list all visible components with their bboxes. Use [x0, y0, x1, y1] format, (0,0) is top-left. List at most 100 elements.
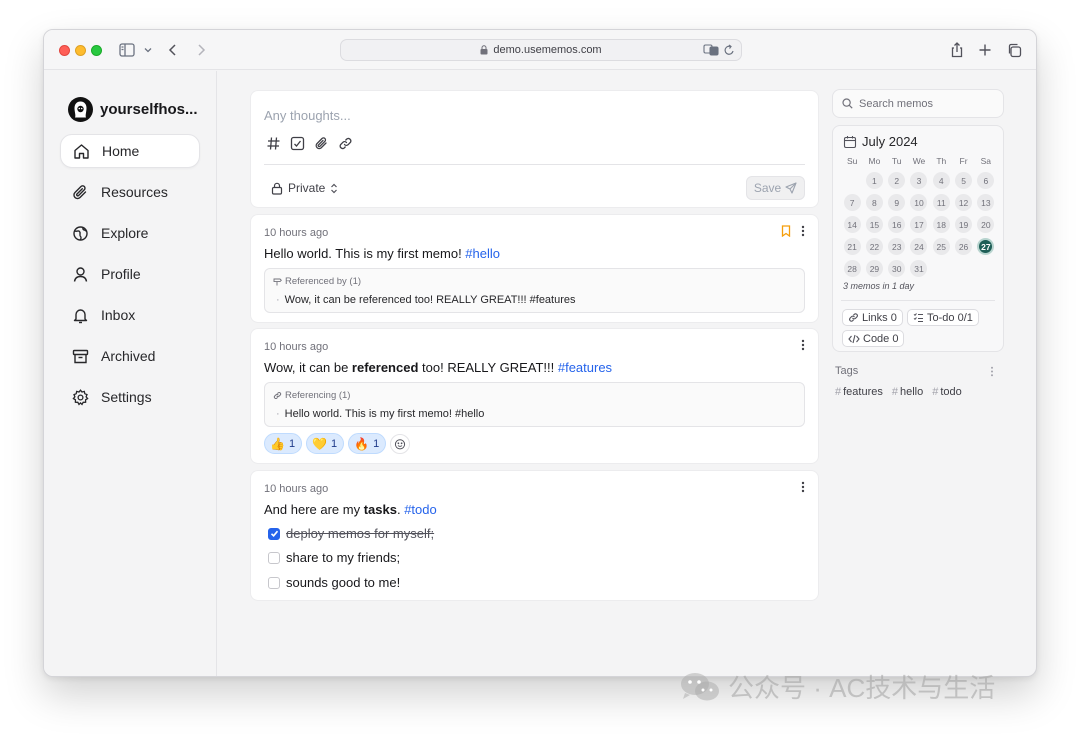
forward-icon[interactable]	[196, 40, 206, 60]
minimize-window-button[interactable]	[75, 45, 86, 56]
calendar-day[interactable]: 1	[865, 172, 883, 189]
link-icon	[273, 392, 282, 399]
sidebar-item-inbox[interactable]: Inbox	[60, 298, 200, 332]
calendar-day[interactable]: 23	[888, 238, 906, 255]
tag-features[interactable]: # features	[835, 386, 883, 398]
calendar-day[interactable]: 29	[865, 260, 883, 277]
sidebar-item-resources[interactable]: Resources	[60, 175, 200, 209]
share-icon[interactable]	[950, 40, 964, 60]
task-checkbox[interactable]	[268, 551, 280, 564]
back-icon[interactable]	[168, 40, 178, 60]
tag-hello[interactable]: # hello	[892, 386, 923, 398]
tag-todo[interactable]: # todo	[932, 386, 962, 398]
calendar-title[interactable]: July 2024	[843, 134, 918, 149]
calendar-day[interactable]: 3	[910, 172, 928, 189]
calendar-day[interactable]: 22	[865, 238, 883, 255]
thumbs-up-icon: 👍	[270, 436, 285, 451]
task-item: deploy memos for myself;	[268, 526, 434, 541]
checkbox-icon[interactable]	[290, 136, 305, 151]
calendar-day[interactable]: 25	[932, 238, 950, 255]
more-options-icon[interactable]	[801, 481, 805, 493]
sidebar-toggle-icon[interactable]	[119, 40, 135, 60]
calendar-day[interactable]: 7	[843, 194, 861, 211]
list-check-icon	[913, 313, 923, 322]
save-button[interactable]: Save	[746, 176, 805, 200]
visibility-select[interactable]: Private	[264, 176, 345, 200]
ref-item[interactable]: · Wow, it can be referenced too! REALLY G…	[276, 294, 576, 306]
sidebar-item-profile[interactable]: Profile	[60, 257, 200, 291]
calendar-day[interactable]: 14	[843, 216, 861, 233]
calendar-day[interactable]: 18	[932, 216, 950, 233]
more-options-icon[interactable]	[801, 339, 805, 351]
calendar-day[interactable]: 4	[932, 172, 950, 189]
calendar-day[interactable]: 24	[910, 238, 928, 255]
link-icon[interactable]	[338, 136, 353, 151]
bookmark-icon[interactable]	[781, 225, 791, 237]
memo-time: 10 hours ago	[264, 341, 329, 353]
task-checkbox[interactable]	[268, 576, 280, 589]
calendar-day[interactable]: 15	[865, 216, 883, 233]
tag-link[interactable]: #features	[558, 360, 612, 375]
task-item: sounds good to me!	[268, 575, 400, 590]
calendar-day[interactable]: 8	[865, 194, 883, 211]
reaction-count: 1	[288, 437, 296, 450]
calendar-day[interactable]: 30	[888, 260, 906, 277]
calendar-day[interactable]: 17	[910, 216, 928, 233]
archive-icon	[72, 349, 89, 363]
memo-input[interactable]: Any thoughts...	[264, 108, 351, 123]
sidebar-item-archived[interactable]: Archived	[60, 339, 200, 373]
calendar-day[interactable]: 21	[843, 238, 861, 255]
ref-item-text: Wow, it can be referenced too! REALLY GR…	[284, 294, 576, 306]
sidebar-item-settings[interactable]: Settings	[60, 380, 200, 414]
calendar-weekday: Tu	[891, 156, 902, 166]
code-stat[interactable]: Code 0	[842, 330, 905, 347]
calendar-day[interactable]: 16	[888, 216, 906, 233]
tag-link[interactable]: #todo	[404, 502, 437, 517]
fire-icon: 🔥	[354, 436, 370, 451]
task-checkbox[interactable]	[268, 527, 280, 540]
address-bar[interactable]: demo.usememos.com	[340, 39, 742, 61]
calendar-day[interactable]: 26	[955, 238, 973, 255]
hashtag-icon[interactable]	[266, 136, 281, 151]
user-menu[interactable]: yourselfhos...	[68, 97, 198, 122]
tab-overview-icon[interactable]	[1007, 40, 1022, 60]
reaction-thumbs-up[interactable]: 👍 1	[264, 433, 303, 454]
sidebar-item-home[interactable]: Home	[60, 134, 200, 168]
watermark-text: 公众号 · AC技术与生活	[728, 673, 996, 703]
links-stat[interactable]: Links 0	[842, 309, 903, 326]
calendar-day[interactable]: 10	[910, 194, 928, 211]
paperclip-icon[interactable]	[314, 136, 329, 151]
add-reaction-button[interactable]	[390, 433, 411, 454]
translate-icon[interactable]	[703, 43, 719, 60]
calendar-day[interactable]: 13	[977, 194, 995, 211]
calendar-day-today[interactable]: 27	[977, 238, 995, 255]
tag-link[interactable]: #hello	[465, 246, 500, 261]
new-tab-icon[interactable]	[978, 40, 992, 60]
calendar-weekday: We	[912, 156, 926, 166]
calendar-day[interactable]: 9	[888, 194, 906, 211]
sidebar-item-explore[interactable]: Explore	[60, 216, 200, 250]
search-input[interactable]: Search memos	[832, 89, 1004, 118]
calendar-day[interactable]: 5	[955, 172, 973, 189]
reload-icon[interactable]	[723, 43, 735, 60]
calendar-day[interactable]: 11	[932, 194, 950, 211]
calendar-day[interactable]: 19	[955, 216, 973, 233]
calendar-day[interactable]: 31	[910, 260, 928, 277]
zoom-window-button[interactable]	[91, 45, 102, 56]
memo-content: Wow, it can be referenced too! REALLY GR…	[264, 360, 612, 375]
reaction-fire[interactable]: 🔥 1	[348, 433, 387, 454]
more-options-icon[interactable]	[801, 225, 805, 237]
calendar-day[interactable]: 20	[977, 216, 995, 233]
calendar-day[interactable]: 28	[843, 260, 861, 277]
gear-icon	[72, 388, 89, 405]
calendar-day[interactable]: 6	[977, 172, 995, 189]
chevron-down-icon[interactable]	[144, 40, 152, 60]
more-options-icon[interactable]	[990, 364, 994, 382]
reaction-yellow-heart[interactable]: 💛 1	[306, 433, 345, 454]
calendar-day[interactable]: 2	[888, 172, 906, 189]
calendar-weekday: Sa	[980, 156, 992, 166]
calendar-day[interactable]: 12	[955, 194, 973, 211]
todo-stat[interactable]: To-do 0/1	[907, 309, 979, 326]
close-window-button[interactable]	[59, 45, 70, 56]
ref-item[interactable]: · Hello world. This is my first memo! #he…	[276, 408, 484, 420]
